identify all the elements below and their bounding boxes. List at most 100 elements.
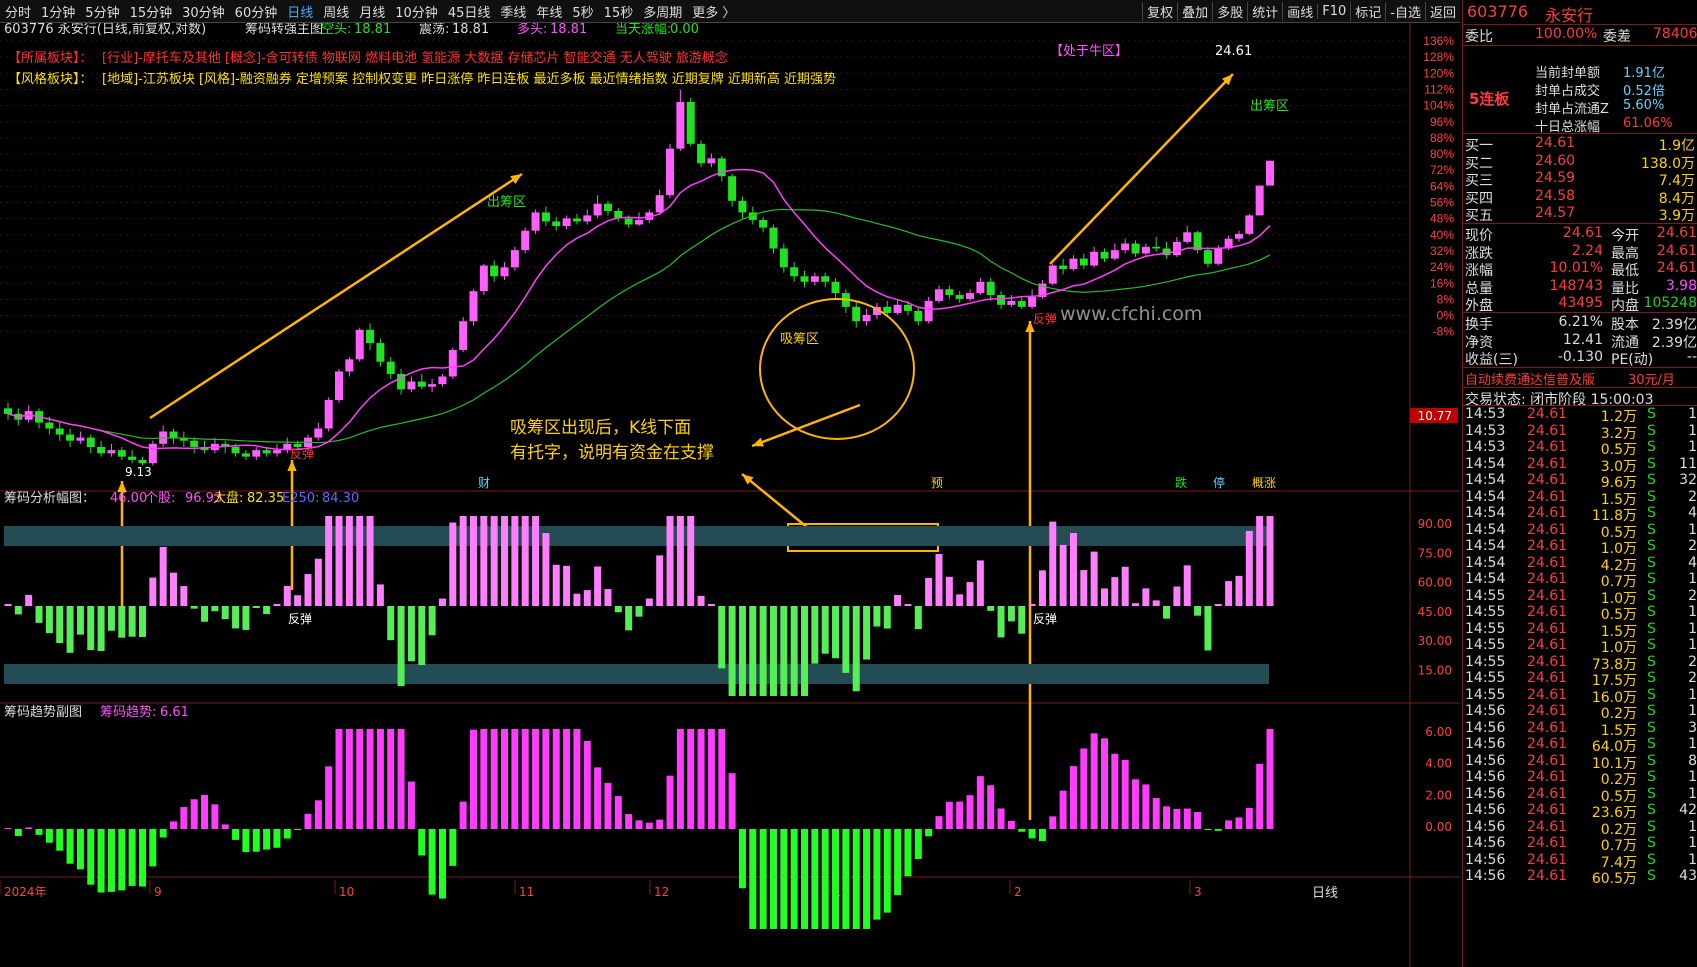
cost-bar [532,516,540,606]
candle [966,293,975,299]
period-tab[interactable]: 多周期 [638,2,687,21]
cost-bar [801,606,809,696]
tick-time: 14:54 [1465,554,1506,571]
cost-bar [221,606,229,620]
candle [955,295,964,299]
tick-time: 14:54 [1465,505,1506,521]
trend-bar [749,829,757,929]
draw-line-button[interactable]: 画线 [1282,1,1317,21]
mark-button[interactable]: 标记 [1350,1,1385,21]
candle [541,212,550,222]
trend-bar [542,729,550,829]
watchlist-button[interactable]: -自选 [1385,1,1425,21]
cost-bar [107,606,115,631]
trend-bar [1214,829,1222,831]
tick-price: 24.61 [1527,488,1568,505]
candle [572,218,581,222]
trend-bar [201,795,209,829]
tick-price: 24.61 [1527,703,1568,719]
rebound-label: 反弹 [290,447,314,461]
tick-volume: 60.5万 [1591,871,1637,887]
back-button[interactable]: 返回 [1424,1,1460,21]
trend-bar [459,801,467,829]
tick-count: 43 [1679,868,1697,884]
cost-axis-label: 15.00 [1418,664,1452,678]
cost-bar [790,606,798,696]
trend-bar [97,829,105,893]
tick-side: S [1647,571,1656,587]
tick-time: 14:55 [1465,620,1506,637]
ad-price[interactable]: 30元/月 [1628,369,1675,388]
period-tab[interactable]: 季线 [495,2,531,21]
trend-bar [1111,753,1119,829]
tick-price: 24.61 [1527,752,1568,769]
trend-bar [1183,808,1191,829]
candle [583,215,592,222]
multi-stock-button[interactable]: 多股 [1212,1,1247,21]
tick-side: S [1647,752,1656,769]
candle [738,200,747,213]
candle [335,371,344,401]
trend-bar [242,829,250,853]
tick-side: S [1647,422,1656,439]
kline-chart[interactable]: 136%128%120%112%104%96%88%80%72%64%56%48… [0,23,1460,967]
stats-button[interactable]: 统计 [1247,1,1282,21]
tick-side: S [1647,637,1656,653]
fengdan-label: 当前封单额 [1535,66,1601,81]
cost-bar [1194,606,1202,616]
cost-bar [718,606,726,669]
period-tab[interactable]: 5分钟 [80,2,124,21]
candle [1079,258,1088,266]
candle [1100,251,1109,259]
trend-axis-label: 4.00 [1425,757,1452,771]
tick-side: S [1647,472,1656,488]
candle [272,450,281,454]
cost-bar [97,606,105,651]
candle [986,281,995,296]
period-tab[interactable]: 更多 〉 [687,2,740,21]
tick-price: 24.61 [1527,505,1568,521]
trend-bar [76,829,84,870]
trend-bar [314,800,322,829]
cost-bar [45,606,53,634]
f10-button[interactable]: F10 [1317,3,1350,19]
period-tab[interactable]: 年线 [531,2,567,21]
tick-count: 2 [1688,670,1697,686]
period-tab[interactable]: 1分钟 [36,2,80,21]
price-axis-label: 72% [1430,163,1454,177]
cost-bar [904,604,912,606]
cost-bar [583,590,591,606]
ad-text[interactable]: 自动续费通达信普及版 [1465,369,1595,388]
tick-side: S [1647,736,1656,752]
candle [1017,300,1026,307]
tick-side: S [1647,719,1656,736]
period-tab[interactable]: 60分钟 [230,2,283,21]
trend-bar [1163,806,1171,829]
period-tab[interactable]: 30分钟 [177,2,230,21]
trend-bar [1049,816,1057,829]
candle [1121,243,1130,251]
trend-bar [45,829,53,843]
period-tab[interactable]: 10分钟 [390,2,443,21]
period-tab[interactable]: 45日线 [443,2,496,21]
trend-bar [418,829,426,856]
period-tab[interactable]: 15秒 [599,2,639,21]
cost-band-high [4,526,1269,546]
period-tab[interactable]: 周线 [318,2,354,21]
overlay-button[interactable]: 叠加 [1177,1,1212,21]
fuquan-button[interactable]: 复权 [1142,1,1177,21]
period-tab[interactable]: 月线 [354,2,390,21]
period-tab[interactable]: 5秒 [567,2,598,21]
accumulation-ellipse [759,298,915,440]
cost-bar [1121,566,1129,606]
trend-bar [738,829,746,889]
period-tab-active[interactable]: 日线 [282,2,318,21]
cost-bar [1132,603,1140,606]
cost-bar [14,606,22,615]
price-axis-label: 96% [1430,115,1454,129]
tick-price: 24.61 [1527,769,1568,785]
trend-bar [159,829,167,838]
period-tab[interactable]: 分时 [0,2,36,21]
cost-bar [666,516,674,606]
period-tab[interactable]: 15分钟 [125,2,178,21]
